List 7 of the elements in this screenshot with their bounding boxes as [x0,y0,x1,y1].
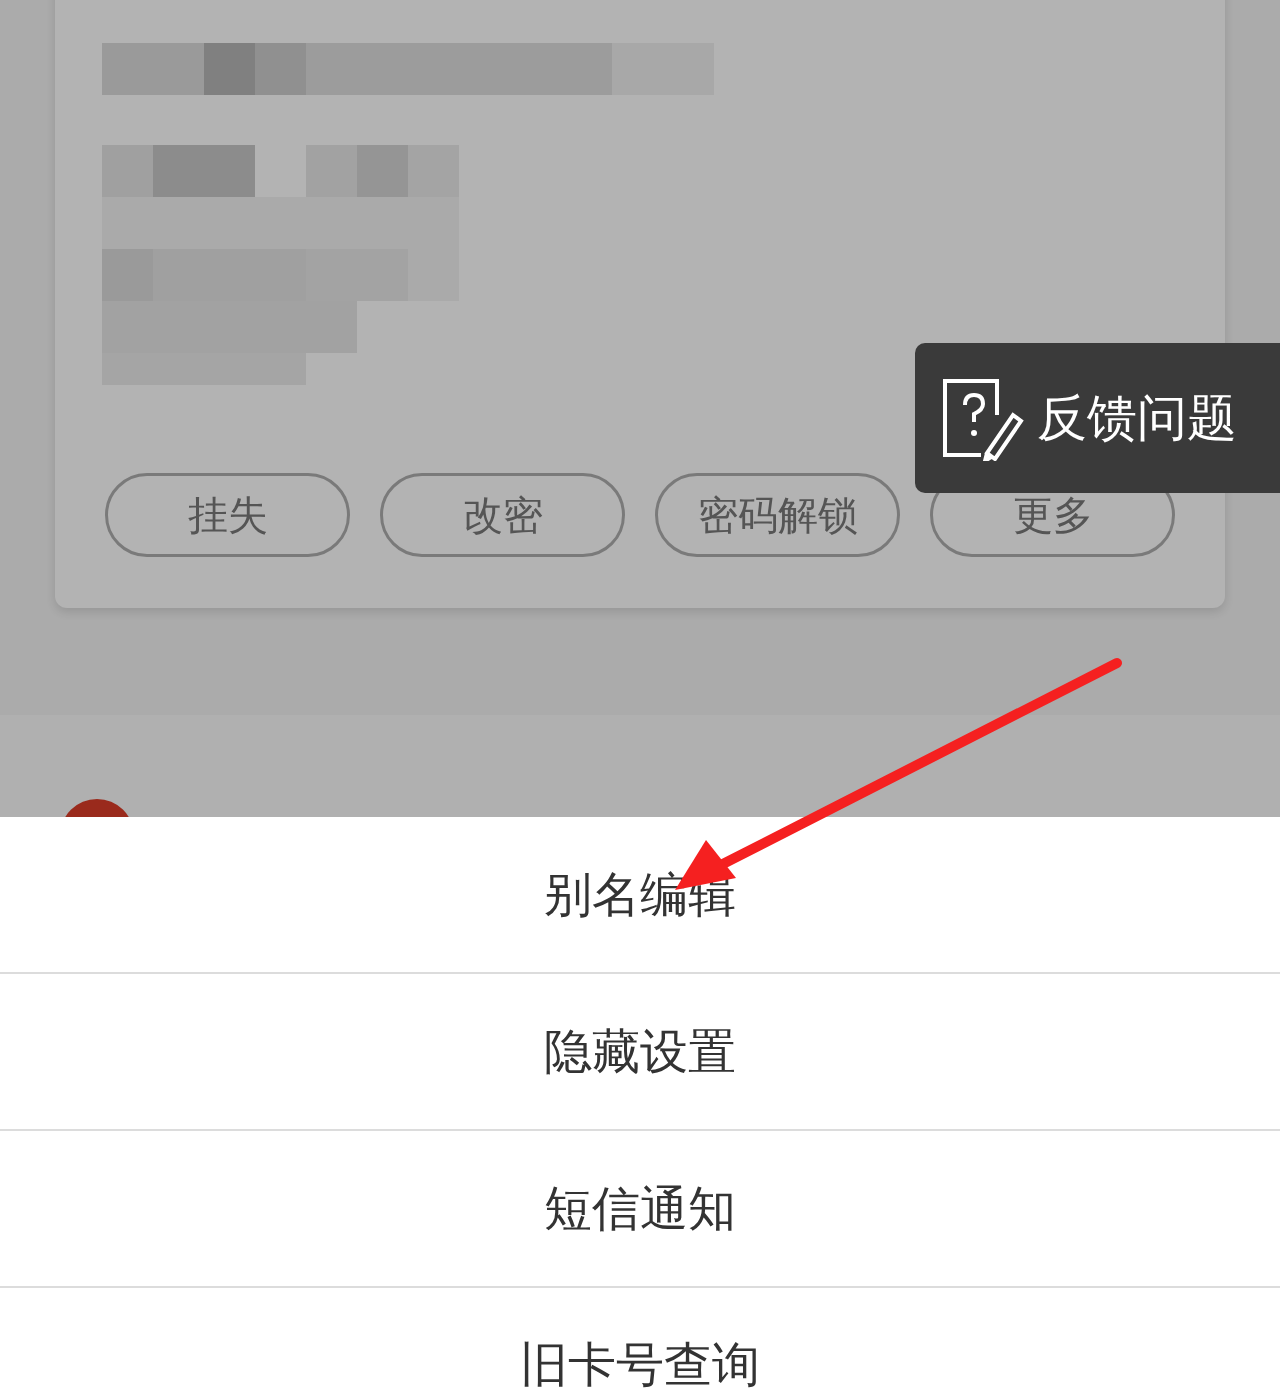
feedback-tooltip[interactable]: 反馈问题 [915,343,1280,493]
action-button[interactable]: 改密 [380,473,625,557]
menu-item[interactable]: 短信通知 [544,1176,736,1241]
menu-item[interactable]: 隐藏设置 [544,1019,736,1084]
action-button[interactable]: 密码解锁 [655,473,900,557]
menu-item[interactable]: 旧卡号查询 [520,1333,760,1392]
action-button[interactable]: 挂失 [105,473,350,557]
